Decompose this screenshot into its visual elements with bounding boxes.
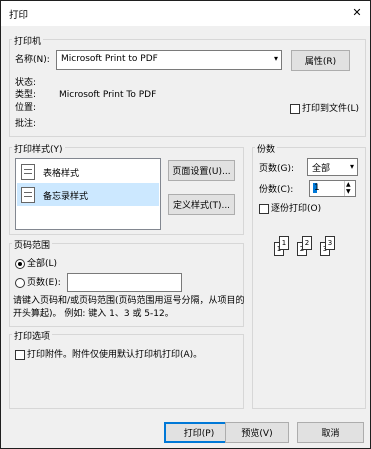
print-style-list[interactable]: 表格样式 备忘录样式	[15, 158, 161, 230]
status-label: 状态:	[15, 78, 37, 88]
collate-page-icon: 2	[302, 236, 312, 250]
page-range-all-radio[interactable]	[15, 259, 25, 269]
copies-group-label: 份数	[255, 142, 278, 155]
preview-button-label: 预览(V)	[241, 429, 273, 439]
define-styles-button-label: 定义样式(T)...	[172, 201, 231, 211]
print-attachments-label[interactable]: 打印附件。附件仅使用默认打印机打印(A)。	[27, 349, 202, 361]
collate-illustration: 1 1 2 2 3 3	[274, 236, 349, 258]
page-setup-button-label: 页面设置(U)...	[172, 167, 231, 177]
copies-pages-label: 页数(G):	[259, 164, 295, 174]
page-range-help-line1: 请键入页码和/或页码范围(页码范围用逗号分隔，从项目的	[13, 296, 245, 306]
title-bar: 打印 ✕	[1, 1, 370, 25]
page-range-help-line2: 开头算起)。 例如: 键入 1、3 或 5-12。	[13, 309, 174, 319]
stepper-arrows: ▲ ▼	[344, 181, 355, 196]
collate-page-icon: 3	[325, 236, 335, 250]
list-item-label: 备忘录样式	[43, 192, 89, 202]
printer-select-value: Microsoft Print to PDF	[61, 54, 158, 64]
memo-style-icon	[21, 187, 35, 203]
list-item-label: 表格样式	[43, 169, 80, 179]
table-style-icon	[21, 164, 35, 180]
cancel-button-label: 取消	[321, 429, 340, 439]
print-dialog: 打印 ✕ 打印机 名称(N): Microsoft Print to PDF ▾…	[0, 0, 371, 449]
properties-button-label: 属性(R)	[304, 57, 337, 67]
cancel-button[interactable]: 取消	[297, 422, 364, 443]
title-separator	[1, 25, 370, 26]
page-range-pages-label[interactable]: 页数(E):	[27, 277, 61, 289]
copies-pages-value: 全部	[312, 164, 331, 174]
print-attachments-checkbox[interactable]	[15, 350, 25, 360]
page-range-all-label[interactable]: 全部(L)	[27, 258, 57, 270]
copies-count-value[interactable]: 1	[314, 183, 320, 193]
copies-pages-select[interactable]: 全部 ▾	[307, 158, 358, 176]
window-title: 打印	[9, 10, 29, 21]
print-options-group: 打印选项	[9, 329, 244, 409]
copies-count-label: 份数(C):	[259, 185, 294, 195]
type-label: 类型:	[15, 90, 37, 100]
preview-button[interactable]: 预览(V)	[225, 422, 289, 443]
print-to-file-label[interactable]: 打印到文件(L)	[302, 103, 359, 115]
print-style-group-label: 打印样式(Y)	[12, 142, 65, 155]
print-button[interactable]: 打印(P)	[164, 422, 234, 443]
location-label: 位置:	[15, 103, 37, 113]
collate-checkbox[interactable]	[259, 204, 269, 214]
define-styles-button[interactable]: 定义样式(T)...	[168, 194, 235, 215]
list-item[interactable]: 备忘录样式	[17, 183, 159, 206]
chevron-down-icon: ▾	[273, 54, 278, 63]
comment-label: 批注:	[15, 119, 37, 129]
properties-button[interactable]: 属性(R)	[291, 50, 350, 71]
print-button-label: 打印(P)	[183, 429, 215, 439]
page-range-input[interactable]	[67, 273, 182, 292]
printer-name-label: 名称(N):	[15, 55, 50, 65]
page-range-pages-radio[interactable]	[15, 278, 25, 288]
printer-select[interactable]: Microsoft Print to PDF ▾	[56, 50, 282, 70]
copies-count-stepper[interactable]: 1 ▲ ▼	[309, 180, 356, 197]
type-value: Microsoft Print To PDF	[59, 90, 157, 100]
list-item[interactable]: 表格样式	[17, 160, 159, 183]
page-setup-button[interactable]: 页面设置(U)...	[168, 160, 235, 181]
collate-page-icon: 1	[279, 236, 289, 250]
page-range-group-label: 页码范围	[12, 238, 53, 251]
collate-label[interactable]: 逐份打印(O)	[271, 203, 321, 215]
printer-group-label: 打印机	[12, 34, 44, 47]
print-to-file-checkbox[interactable]	[290, 104, 300, 114]
chevron-down-icon: ▾	[349, 162, 354, 171]
close-icon[interactable]: ✕	[350, 5, 364, 19]
print-options-group-label: 打印选项	[12, 329, 53, 342]
chevron-down-icon[interactable]: ▼	[346, 189, 351, 195]
